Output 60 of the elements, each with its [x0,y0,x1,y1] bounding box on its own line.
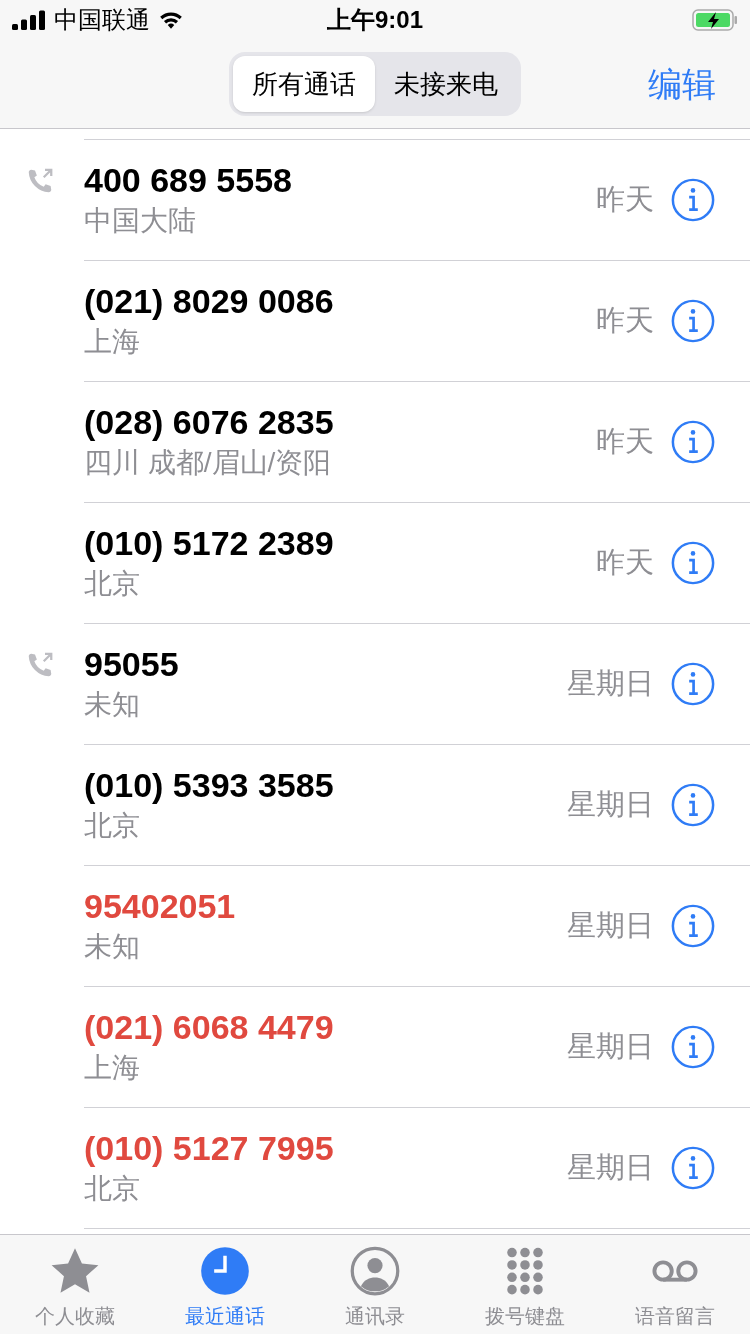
call-location: 四川 成都/眉山/资阳 [84,446,333,480]
info-icon[interactable] [670,419,716,465]
call-row[interactable]: 95055 未知 星期日 [0,624,750,745]
call-location: 中国大陆 [84,204,197,238]
phone-number: 400 689 5558 [84,160,293,201]
call-date: 昨天 [596,303,654,339]
phone-number: (028) 6076 2835 [84,402,335,443]
phone-number: 95402051 [84,886,237,927]
call-location: 未知 [84,688,141,722]
call-row[interactable]: (010) 5393 3585 北京 星期日 [0,745,750,866]
call-date: 星期日 [567,1150,654,1186]
call-location: 北京 [84,809,141,843]
tab-bar-item[interactable]: 语音留言 [600,1235,750,1334]
call-date: 昨天 [596,182,654,218]
info-icon[interactable] [670,1145,716,1191]
call-date: 星期日 [567,666,654,702]
call-row[interactable]: (010) 5172 2389 北京 昨天 [0,503,750,624]
call-location: 北京 [84,1172,141,1206]
phone-number: (010) 5172 2389 [84,523,335,564]
signal-icon [12,10,46,30]
phone-number: (010) 5393 3585 [84,765,335,806]
call-location: 上海 [84,325,141,359]
call-date: 星期日 [567,787,654,823]
call-location: 上海 [84,1051,141,1085]
call-row[interactable]: 400 689 5558 中国大陆 昨天 [0,140,750,261]
edit-button[interactable]: 编辑 [648,58,716,110]
tab-bar-item[interactable]: 最近通话 [150,1235,300,1334]
carrier-name: 中国联通 [54,5,150,35]
phone-number: 95055 [84,644,180,685]
call-date: 昨天 [596,545,654,581]
call-date: 星期日 [567,908,654,944]
info-icon[interactable] [670,177,716,223]
call-date: 昨天 [596,424,654,460]
clock-icon [199,1245,251,1297]
wifi-icon [158,10,184,30]
segment-tab[interactable]: 所有通话 [233,56,375,112]
call-row[interactable]: (010) 5127 7995 北京 星期日 [0,1108,750,1229]
call-row[interactable]: 95402051 未知 星期日 [0,866,750,987]
call-row[interactable]: (021) 8029 0086 上海 昨天 [0,261,750,382]
person-icon [349,1245,401,1297]
phone-number: (021) 6068 4479 [84,1007,335,1048]
status-time: 上午9:01 [326,5,423,35]
call-row[interactable]: (028) 6076 2835 四川 成都/眉山/资阳 昨天 [0,382,750,503]
phone-number: (010) 5127 7995 [84,1128,335,1169]
call-location: 未知 [84,930,141,964]
tab-bar-item[interactable]: 通讯录 [300,1235,450,1334]
phone-number: (021) 8029 0086 [84,281,335,322]
info-icon[interactable] [670,782,716,828]
call-location: 北京 [84,567,141,601]
segment-tab[interactable]: 未接来电 [375,56,517,112]
info-icon[interactable] [670,661,716,707]
info-icon[interactable] [670,1024,716,1070]
info-icon[interactable] [670,540,716,586]
call-row[interactable]: (021) 6068 4479 上海 星期日 [0,987,750,1108]
info-icon[interactable] [670,903,716,949]
info-icon[interactable] [670,298,716,344]
tab-bar-item[interactable]: 个人收藏 [0,1235,150,1334]
battery-charging-icon [692,9,738,31]
tab-bar-item[interactable]: 拨号键盘 [450,1235,600,1334]
call-date: 星期日 [567,1029,654,1065]
